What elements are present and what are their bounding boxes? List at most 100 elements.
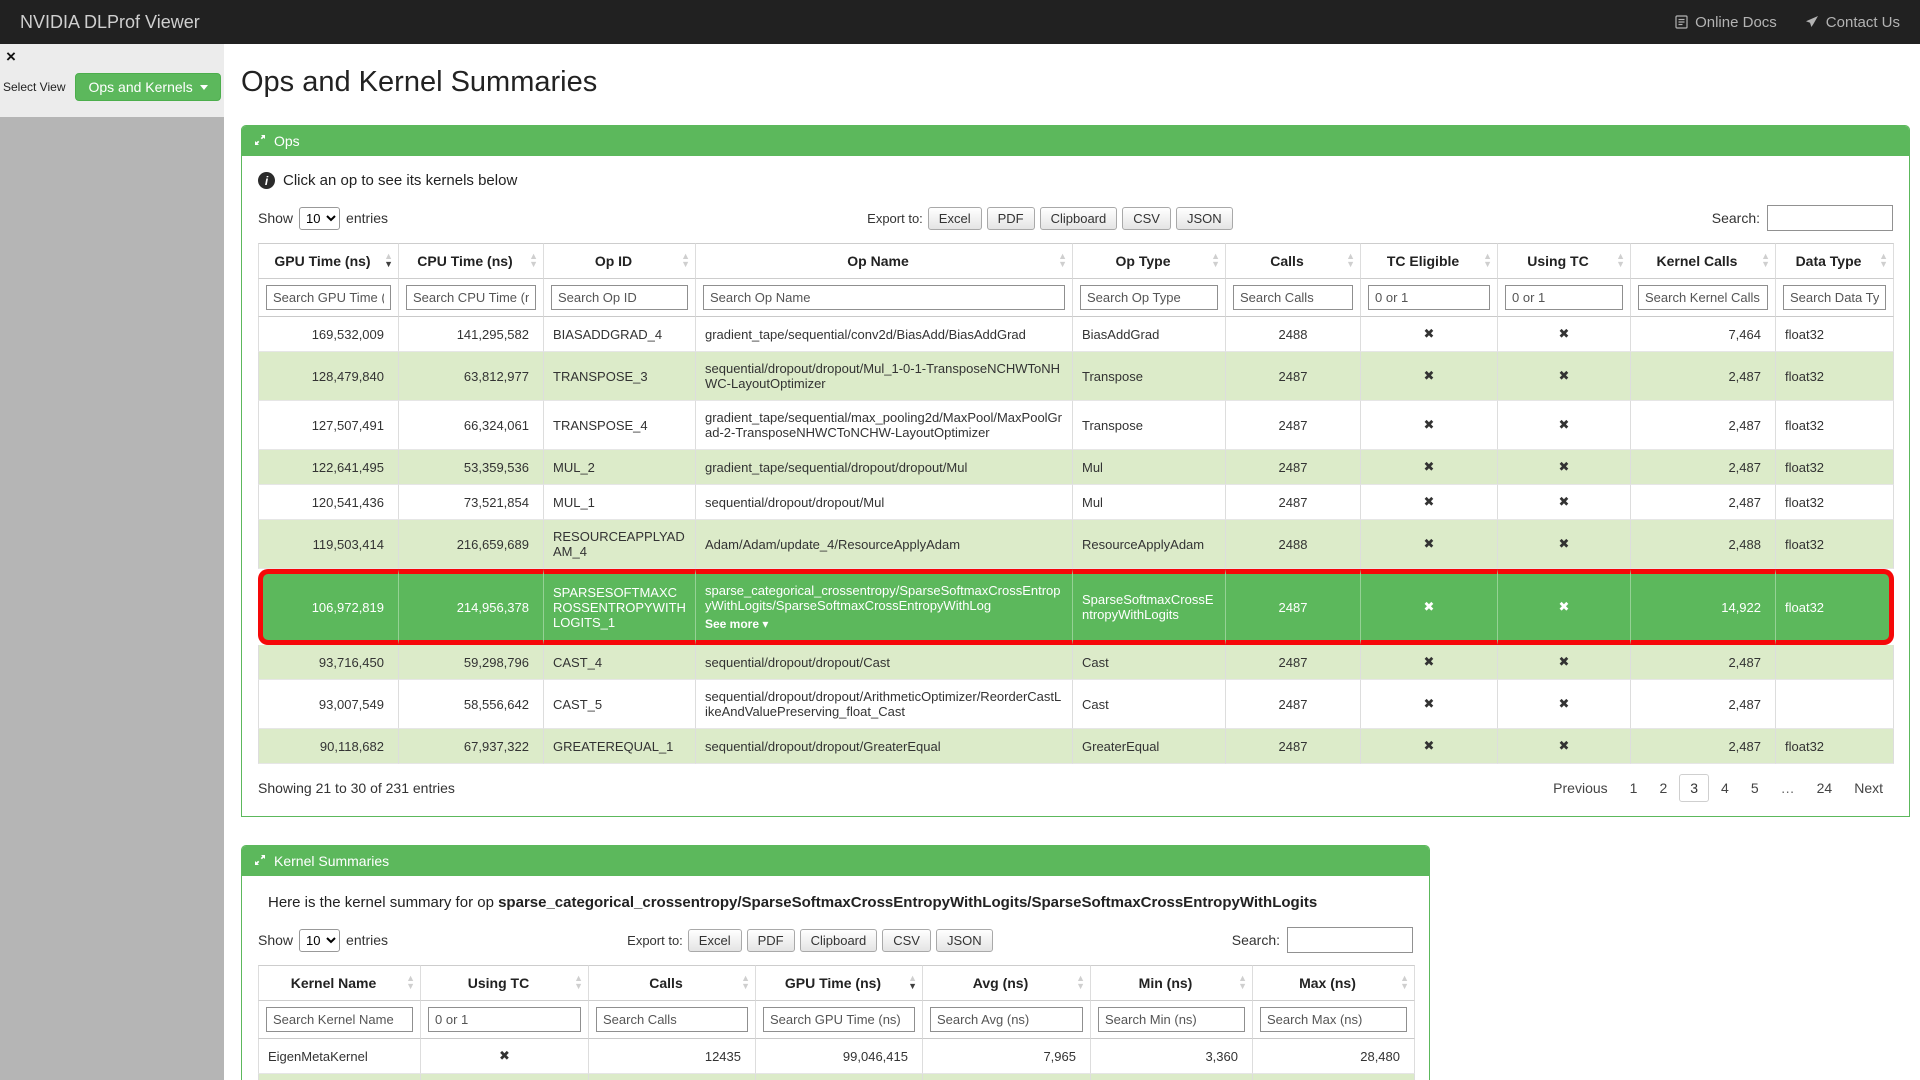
export-pdf-button[interactable]: PDF (987, 207, 1035, 230)
export-excel-button[interactable]: Excel (928, 207, 982, 230)
cell-cpu-time: 59,298,796 (399, 645, 544, 680)
filter-gpu-time-input[interactable] (266, 285, 391, 310)
filter-calls-input[interactable] (1233, 285, 1353, 310)
cell-using-tc: ✖ (1498, 729, 1631, 764)
col-data-type[interactable]: Data Type▲▼ (1776, 243, 1894, 279)
table-row[interactable]: 169,532,009141,295,582BIASADDGRAD_4gradi… (258, 317, 1894, 352)
filter-avg-input[interactable] (930, 1007, 1083, 1032)
previous-page-button[interactable]: Previous (1543, 775, 1617, 801)
filter-op-name-input[interactable] (703, 285, 1065, 310)
cell-gpu-time: 169,532,009 (258, 317, 399, 352)
col-op-type[interactable]: Op Type▲▼ (1073, 243, 1226, 279)
table-row[interactable]: 127,507,49166,324,061TRANSPOSE_4gradient… (258, 401, 1894, 450)
export-pdf-button[interactable]: PDF (747, 929, 795, 952)
col-max[interactable]: Max (ns)▲▼ (1253, 965, 1415, 1001)
kernel-page-length: Show 10 entries (258, 929, 388, 952)
sort-icon: ▲▼ (1058, 253, 1067, 269)
page-button-2[interactable]: 2 (1649, 775, 1677, 801)
table-row: EigenMetaKernel✖1243599,046,4157,9653,36… (258, 1039, 1415, 1074)
cell-avg: 7,965 (923, 1039, 1091, 1074)
filter-calls-input[interactable] (596, 1007, 748, 1032)
cell-min: 2,816 (1091, 1074, 1253, 1080)
cell-kernel-calls: 2,487 (1631, 680, 1776, 729)
ops-panel-header: Ops (242, 126, 1909, 156)
page-button-5[interactable]: 5 (1741, 775, 1769, 801)
col-cpu-time[interactable]: CPU Time (ns)▲▼ (399, 243, 544, 279)
filter-cpu-time-input[interactable] (406, 285, 536, 310)
cell-tc-eligible: ✖ (1361, 450, 1498, 485)
col-min[interactable]: Min (ns)▲▼ (1091, 965, 1253, 1001)
col-using-tc[interactable]: Using TC▲▼ (1498, 243, 1631, 279)
see-more-link[interactable]: See more ▾ (705, 617, 1063, 631)
page-length-select[interactable]: 10 (299, 929, 340, 952)
filter-gpu-time-input[interactable] (763, 1007, 915, 1032)
col-kernel-name[interactable]: Kernel Name▲▼ (258, 965, 421, 1001)
send-icon (1805, 15, 1819, 29)
ops-page-length: Show 10 entries (258, 207, 388, 230)
cell-gpu-time: 106,972,819 (258, 569, 399, 645)
table-row[interactable]: 93,007,54958,556,642CAST_5sequential/dro… (258, 680, 1894, 729)
page-length-select[interactable]: 10 (299, 207, 340, 230)
table-row[interactable]: 119,503,414216,659,689RESOURCEAPPLYADAM_… (258, 520, 1894, 569)
cell-op-name: gradient_tape/sequential/dropout/dropout… (696, 450, 1073, 485)
col-kernel-calls[interactable]: Kernel Calls▲▼ (1631, 243, 1776, 279)
page-button-3-current[interactable]: 3 (1679, 774, 1709, 802)
col-gpu-time[interactable]: GPU Time (ns)▲▼ (756, 965, 923, 1001)
ops-export-group: Export to: Excel PDF Clipboard CSV JSON (388, 207, 1712, 230)
kernel-search-input[interactable] (1287, 927, 1413, 953)
export-json-button[interactable]: JSON (1176, 207, 1233, 230)
filter-max-input[interactable] (1260, 1007, 1407, 1032)
table-row[interactable]: 122,641,49553,359,536MUL_2gradient_tape/… (258, 450, 1894, 485)
export-clipboard-button[interactable]: Clipboard (800, 929, 878, 952)
cell-op-name: sequential/dropout/dropout/Mul (696, 485, 1073, 520)
cell-data-type: float32 (1776, 317, 1894, 352)
filter-kernel-calls-input[interactable] (1638, 285, 1768, 310)
export-csv-button[interactable]: CSV (1122, 207, 1171, 230)
table-row[interactable]: 93,716,45059,298,796CAST_4sequential/dro… (258, 645, 1894, 680)
filter-tc-eligible-input[interactable] (1368, 285, 1490, 310)
col-calls[interactable]: Calls▲▼ (589, 965, 756, 1001)
close-icon[interactable]: × (3, 47, 19, 66)
export-clipboard-button[interactable]: Clipboard (1040, 207, 1118, 230)
filter-data-type-input[interactable] (1783, 285, 1886, 310)
cell-tc-eligible: ✖ (1361, 569, 1498, 645)
cell-calls: 2488 (1226, 317, 1361, 352)
cell-cpu-time: 63,812,977 (399, 352, 544, 401)
view-select-button[interactable]: Ops and Kernels (75, 73, 220, 101)
export-excel-button[interactable]: Excel (688, 929, 742, 952)
export-csv-button[interactable]: CSV (882, 929, 931, 952)
cell-tc-eligible: ✖ (1361, 352, 1498, 401)
kernel-table-controls: Show 10 entries Export to: Excel PDF Cli… (258, 927, 1413, 953)
online-docs-link[interactable]: Online Docs (1675, 14, 1777, 31)
filter-kernel-name-input[interactable] (266, 1007, 413, 1032)
filter-using-tc-input[interactable] (428, 1007, 581, 1032)
cell-calls: 2487 (1226, 729, 1361, 764)
table-row[interactable]: 128,479,84063,812,977TRANSPOSE_3sequenti… (258, 352, 1894, 401)
col-gpu-time[interactable]: GPU Time (ns)▲▼ (258, 243, 399, 279)
col-op-id[interactable]: Op ID▲▼ (544, 243, 696, 279)
col-using-tc[interactable]: Using TC▲▼ (421, 965, 589, 1001)
filter-op-id-input[interactable] (551, 285, 688, 310)
filter-using-tc-input[interactable] (1505, 285, 1623, 310)
ops-search-input[interactable] (1767, 205, 1893, 231)
col-tc-eligible[interactable]: TC Eligible▲▼ (1361, 243, 1498, 279)
kernel-table: Kernel Name▲▼ Using TC▲▼ Calls▲▼ GPU Tim… (258, 965, 1415, 1080)
page-button-4[interactable]: 4 (1711, 775, 1739, 801)
pagination-ellipsis: … (1771, 775, 1805, 801)
col-calls[interactable]: Calls▲▼ (1226, 243, 1361, 279)
page-button-1[interactable]: 1 (1620, 775, 1648, 801)
page-button-24[interactable]: 24 (1807, 775, 1843, 801)
col-op-name[interactable]: Op Name▲▼ (696, 243, 1073, 279)
col-avg[interactable]: Avg (ns)▲▼ (923, 965, 1091, 1001)
cell-gpu-time: 128,479,840 (258, 352, 399, 401)
table-row[interactable]: 120,541,43673,521,854MUL_1sequential/dro… (258, 485, 1894, 520)
filter-min-input[interactable] (1098, 1007, 1245, 1032)
table-row[interactable]: 90,118,68267,937,322GREATEREQUAL_1sequen… (258, 729, 1894, 764)
cell-using-tc: ✖ (1498, 569, 1631, 645)
contact-us-link[interactable]: Contact Us (1805, 14, 1900, 31)
next-page-button[interactable]: Next (1844, 775, 1893, 801)
selected-table-row[interactable]: 106,972,819214,956,378SPARSESOFTMAXCROSS… (258, 569, 1894, 645)
export-json-button[interactable]: JSON (936, 929, 993, 952)
filter-op-type-input[interactable] (1080, 285, 1218, 310)
sort-icon: ▲▼ (1346, 253, 1355, 269)
